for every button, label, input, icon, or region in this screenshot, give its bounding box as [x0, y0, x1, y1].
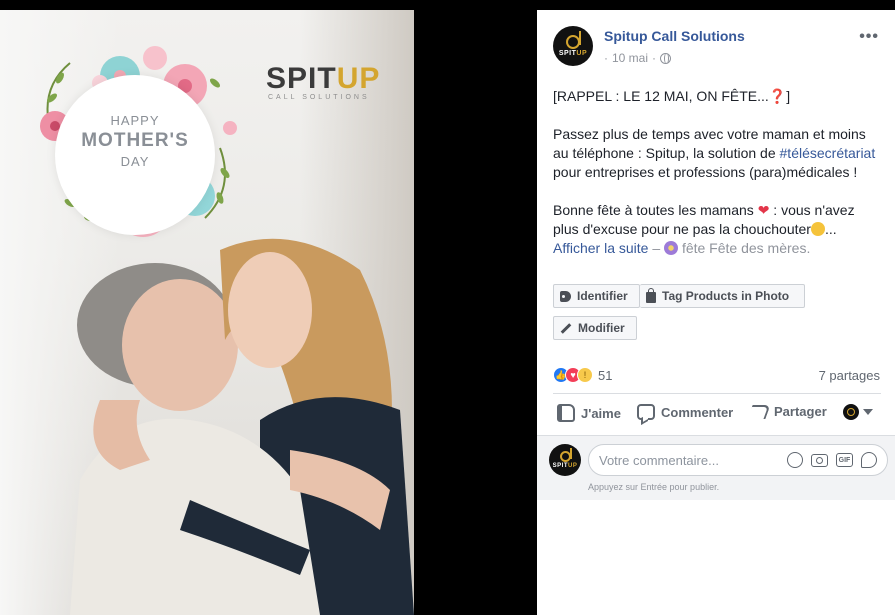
page-avatar[interactable]: SPITUP: [553, 26, 593, 66]
post-paragraph-3: Bonne fête à toutes les mamans ❤ : vous …: [553, 201, 883, 258]
mothers-day-greeting: HAPPY MOTHER'S DAY: [55, 113, 215, 169]
avatar-text-b: UP: [568, 463, 578, 469]
reminder-end: ]: [786, 88, 791, 104]
meta-separator-2: ·: [652, 51, 657, 65]
paragraph-3-start: Bonne fête à toutes les mamans: [553, 202, 758, 218]
tag-products-label: Tag Products in Photo: [662, 289, 790, 303]
share-button[interactable]: Partager: [747, 404, 827, 419]
divider: [553, 393, 881, 394]
modify-button[interactable]: Modifier: [553, 316, 637, 340]
camera-icon[interactable]: [811, 453, 828, 467]
post-paragraph-2: Passez plus de temps avec votre maman et…: [553, 125, 883, 182]
brand-part-1: SPIT: [266, 62, 337, 95]
brand-wordmark: SPITUP: [266, 62, 380, 96]
thumbs-up-icon: [557, 404, 575, 422]
avatar-text-a: SPIT: [552, 463, 568, 469]
avatar-logo-text: SPITUP: [553, 463, 578, 469]
ellipsis: ...: [824, 221, 837, 237]
comment-hint: Appuyez sur Entrée pour publier.: [588, 482, 720, 492]
photo-viewer: HAPPY MOTHER'S DAY SPITUP CALL SOLUTIONS: [0, 0, 537, 615]
post-panel: SPITUP Spitup Call Solutions · 10 mai · …: [537, 10, 895, 615]
hashtag-link[interactable]: #télésecrétariat: [780, 145, 876, 161]
post-body: [RAPPEL : LE 12 MAI, ON FÊTE...❓] Passez…: [553, 87, 883, 277]
chevron-down-icon: [863, 409, 873, 415]
avatar-logo-text: SPITUP: [559, 50, 587, 57]
share-arrow-icon: [747, 404, 771, 419]
globe-icon[interactable]: [660, 52, 672, 64]
comment-input-wrapper: GIF: [588, 444, 888, 476]
floral-wreath: HAPPY MOTHER'S DAY: [30, 38, 240, 248]
see-more-link[interactable]: Afficher la suite: [553, 240, 648, 256]
pencil-icon: [560, 322, 572, 334]
spitup-logo: SPITUP CALL SOLUTIONS: [266, 62, 380, 101]
tag-products-button[interactable]: Tag Products in Photo: [640, 284, 805, 308]
comment-tools: GIF: [787, 452, 877, 468]
feeling-text: fête Fête des mères.: [681, 240, 811, 256]
post-date-link[interactable]: 10 mai: [612, 51, 648, 65]
identify-button[interactable]: Identifier: [553, 284, 640, 308]
comment-input[interactable]: [599, 452, 787, 468]
mother-daughter-illustration: [70, 238, 414, 615]
more-options-icon[interactable]: •••: [859, 28, 879, 46]
reaction-summary[interactable]: 👍 ♥ ! 51: [553, 367, 612, 383]
avatar-text-b: UP: [576, 50, 588, 57]
greeting-line-3: DAY: [120, 154, 150, 169]
post-as-selector[interactable]: [843, 404, 873, 420]
page-mini-avatar: [843, 404, 859, 420]
identify-label: Identifier: [577, 289, 628, 303]
post-meta: · 10 mai ·: [604, 51, 672, 65]
meta-separator: ·: [604, 51, 608, 65]
question-mark-emoji-icon: ❓: [768, 88, 787, 104]
gif-icon[interactable]: GIF: [836, 453, 853, 467]
page-name-link[interactable]: Spitup Call Solutions: [604, 28, 745, 44]
greeting-line-1: HAPPY: [110, 113, 160, 128]
avatar-text-a: SPIT: [558, 50, 577, 57]
smiley-emoji-icon: [810, 222, 825, 236]
feeling-dash: –: [648, 240, 665, 256]
comment-bubble-icon: [637, 404, 655, 420]
paragraph-2-end: pour entreprises et professions (para)mé…: [553, 164, 858, 180]
reminder-text: [RAPPEL : LE 12 MAI, ON FÊTE...: [553, 88, 769, 104]
like-label: J'aime: [581, 405, 621, 421]
greeting-line-2: MOTHER'S: [81, 130, 189, 151]
reaction-count: 51: [598, 367, 613, 383]
tag-icon: [560, 290, 571, 302]
comment-label: Commenter: [661, 404, 734, 420]
post-photo[interactable]: HAPPY MOTHER'S DAY SPITUP CALL SOLUTIONS: [0, 10, 414, 615]
brand-part-2: UP: [336, 62, 381, 95]
avatar-logo-icon: [566, 31, 581, 49]
modify-label: Modifier: [578, 321, 625, 335]
share-label: Partager: [774, 404, 827, 419]
comment-composer: SPITUP GIF Appuyez sur Entrée pour publi…: [537, 436, 895, 500]
like-button[interactable]: J'aime: [557, 404, 621, 422]
commenter-avatar: SPITUP: [549, 444, 581, 476]
emoji-icon[interactable]: [787, 452, 803, 468]
brand-tagline: CALL SOLUTIONS: [268, 94, 370, 101]
flower-feeling-icon: [664, 241, 679, 255]
shopping-bag-icon: [646, 287, 656, 303]
sticker-icon[interactable]: [861, 452, 877, 468]
wow-reaction-icon: !: [577, 367, 593, 383]
avatar-logo-icon: [559, 448, 572, 462]
heart-emoji-icon: ❤: [757, 202, 770, 218]
comment-button[interactable]: Commenter: [637, 404, 733, 420]
post-paragraph-1: [RAPPEL : LE 12 MAI, ON FÊTE...❓]: [553, 87, 883, 106]
share-count-link[interactable]: 7 partages: [819, 368, 880, 383]
